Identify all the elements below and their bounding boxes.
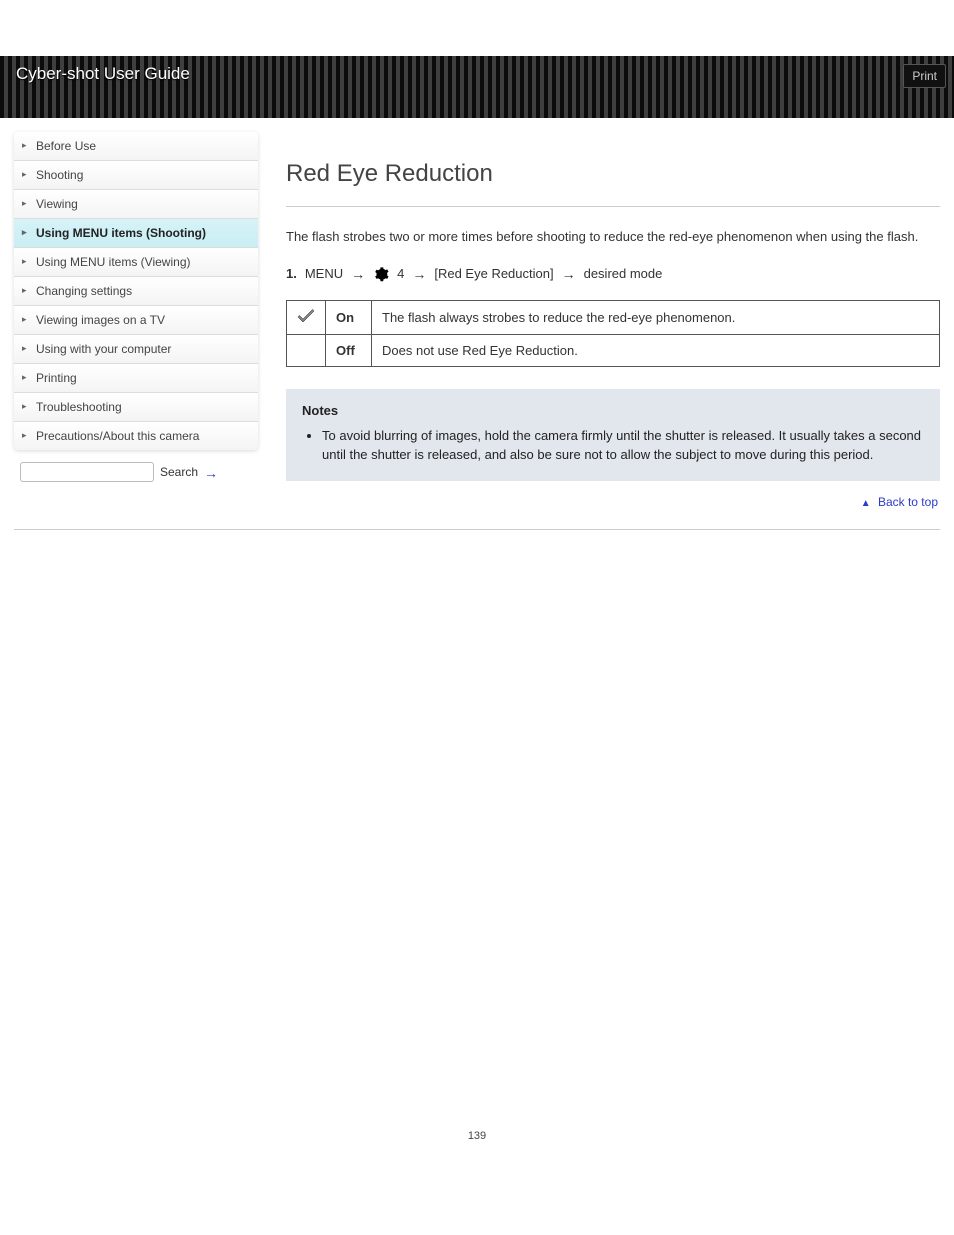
table-row: OnThe flash always strobes to reduce the… xyxy=(287,300,940,334)
check-cell xyxy=(287,300,326,334)
step-item: [Red Eye Reduction] xyxy=(434,266,553,281)
arrow-icon: → xyxy=(412,266,426,282)
search-input[interactable] xyxy=(20,462,154,482)
arrow-right-icon[interactable]: → xyxy=(204,465,218,481)
sidebar-item[interactable]: Viewing xyxy=(14,190,258,219)
print-button[interactable]: Print xyxy=(903,64,946,88)
option-name: On xyxy=(326,300,372,334)
notes-heading: Notes xyxy=(302,403,924,418)
divider xyxy=(14,529,940,530)
back-to-top[interactable]: ▲ Back to top xyxy=(286,495,940,509)
option-desc: Does not use Red Eye Reduction. xyxy=(372,334,940,366)
option-desc: The flash always strobes to reduce the r… xyxy=(372,300,940,334)
arrow-icon: → xyxy=(562,266,576,282)
triangle-up-icon: ▲ xyxy=(861,498,871,509)
intro-text: The flash strobes two or more times befo… xyxy=(286,227,940,248)
sidebar-item[interactable]: Troubleshooting xyxy=(14,393,258,422)
sidebar: Before UseShootingViewingUsing MENU item… xyxy=(14,132,258,450)
option-name: Off xyxy=(326,334,372,366)
banner-title: Cyber-shot User Guide xyxy=(16,64,190,84)
sidebar-item[interactable]: Shooting xyxy=(14,161,258,190)
page-title: Red Eye Reduction xyxy=(286,160,940,188)
banner: Cyber-shot User Guide Print xyxy=(0,56,954,118)
step-mode: desired mode xyxy=(584,266,663,281)
step-1: 1. MENU → 4 → [Red Eye Reduction] → desi… xyxy=(286,266,940,282)
page-number: 139 xyxy=(0,1130,954,1142)
table-row: OffDoes not use Red Eye Reduction. xyxy=(287,334,940,366)
back-to-top-link[interactable]: Back to top xyxy=(878,495,938,509)
notes-list: To avoid blurring of images, hold the ca… xyxy=(302,426,924,465)
note-item: To avoid blurring of images, hold the ca… xyxy=(322,426,924,465)
notes-box: Notes To avoid blurring of images, hold … xyxy=(286,389,940,481)
sidebar-item[interactable]: Using MENU items (Viewing) xyxy=(14,248,258,277)
sidebar-item[interactable]: Before Use xyxy=(14,132,258,161)
check-icon xyxy=(297,311,315,326)
sidebar-item[interactable]: Printing xyxy=(14,364,258,393)
sidebar-item[interactable]: Using MENU items (Shooting) xyxy=(14,219,258,248)
step-page: 4 xyxy=(397,266,404,281)
check-cell xyxy=(287,334,326,366)
step-menu: MENU xyxy=(305,266,343,281)
sidebar-item[interactable]: Changing settings xyxy=(14,277,258,306)
options-table: OnThe flash always strobes to reduce the… xyxy=(286,300,940,367)
arrow-icon: → xyxy=(351,266,365,282)
search-label: Search xyxy=(160,465,198,479)
sidebar-item[interactable]: Precautions/About this camera xyxy=(14,422,258,450)
divider xyxy=(286,206,940,207)
sidebar-item[interactable]: Viewing images on a TV xyxy=(14,306,258,335)
gear-icon xyxy=(373,266,389,282)
main-content: Red Eye Reduction The flash strobes two … xyxy=(286,132,940,509)
step-number: 1. xyxy=(286,266,297,281)
sidebar-item[interactable]: Using with your computer xyxy=(14,335,258,364)
search-row: Search → xyxy=(14,450,258,486)
